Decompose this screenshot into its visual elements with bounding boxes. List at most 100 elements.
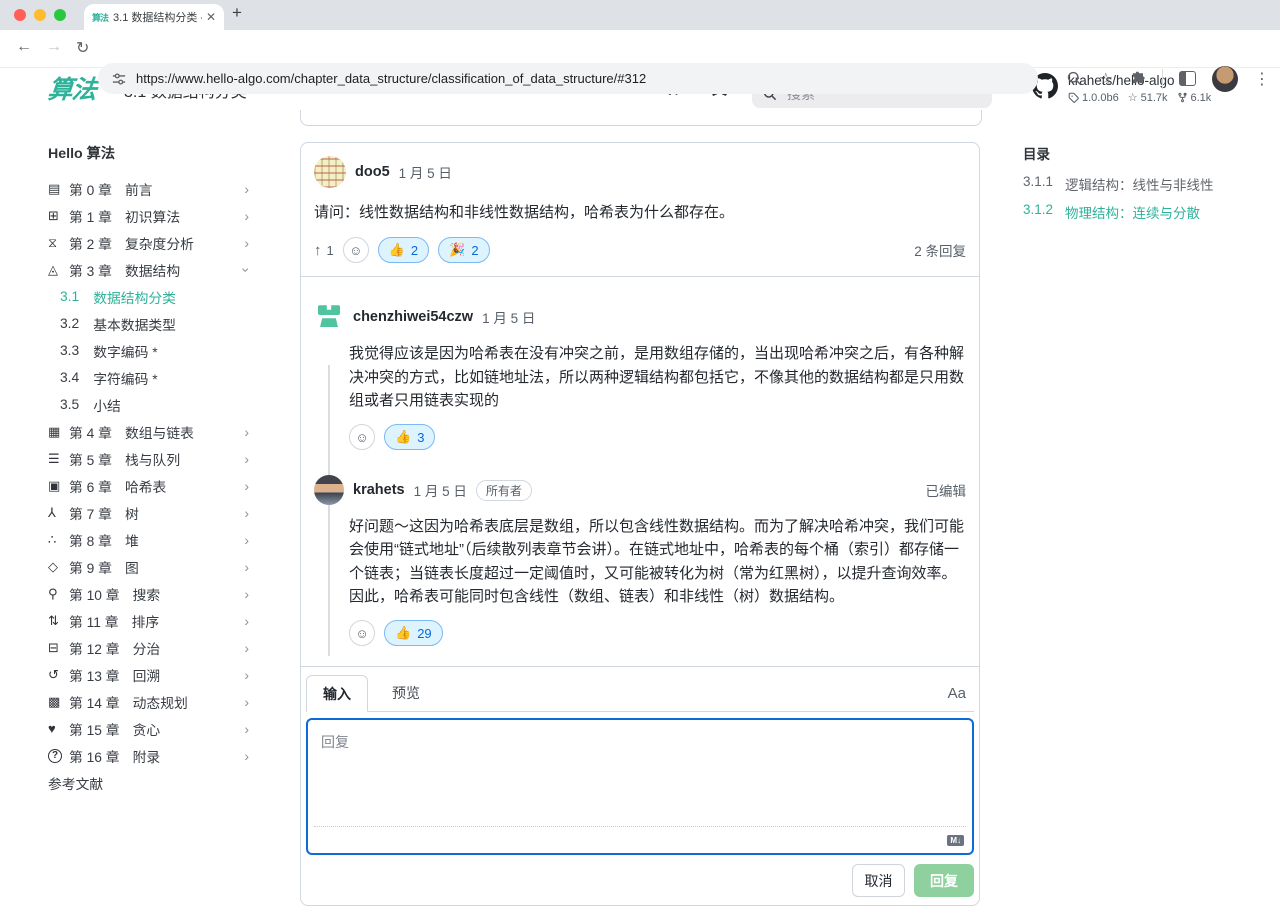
add-reaction-button[interactable]: ☺ <box>343 237 369 263</box>
sidebar-item-section-3.4[interactable]: 3.4字符编码 * <box>0 364 290 391</box>
window-controls[interactable] <box>14 9 66 21</box>
chevron-right-icon: › <box>244 748 249 764</box>
heap-icon: ∴ <box>48 532 69 548</box>
browser-profile-avatar[interactable] <box>1212 66 1238 92</box>
comment-date[interactable]: 1 月 5 日 <box>482 307 535 327</box>
tree-icon: ⅄ <box>48 505 69 521</box>
extensions-icon[interactable] <box>1129 70 1146 87</box>
new-tab-button[interactable]: + <box>232 3 242 23</box>
add-reaction-button[interactable]: ☺ <box>349 620 375 646</box>
chevron-right-icon: › <box>244 424 249 440</box>
text-format-button[interactable]: Aa <box>948 675 966 711</box>
url-text[interactable]: https://www.hello-algo.com/chapter_data_… <box>136 71 646 86</box>
sidebar-item-chapter-10[interactable]: ⚲第 10 章搜索› <box>0 580 290 607</box>
upvote-arrow-icon[interactable]: ↑ <box>314 242 322 259</box>
sidebar-item-chapter-8[interactable]: ∴第 8 章堆› <box>0 526 290 553</box>
upvote-count: 1 <box>327 243 334 258</box>
sidebar-item-chapter-12[interactable]: ⊟第 12 章分治› <box>0 634 290 661</box>
sidebar-item-chapter-14[interactable]: ▩第 14 章动态规划› <box>0 688 290 715</box>
comment-date[interactable]: 1 月 5 日 <box>414 480 467 500</box>
section-label: 字符编码 * <box>93 368 157 388</box>
chevron-right-icon: › <box>244 505 249 521</box>
maximize-window-button[interactable] <box>54 9 66 21</box>
toolbar-divider <box>1162 69 1163 89</box>
reaction-pill[interactable]: 👍 29 <box>384 620 443 646</box>
cancel-button[interactable]: 取消 <box>852 864 905 897</box>
chapter-number: 第 7 章 <box>69 503 112 523</box>
section-label: 小结 <box>93 395 121 415</box>
tab-write[interactable]: 输入 <box>306 675 368 712</box>
toc-item-number: 3.1.1 <box>1023 174 1053 189</box>
sidebar-item-chapter-1[interactable]: ⊞第 1 章初识算法› <box>0 202 290 229</box>
comment-author[interactable]: krahets <box>353 482 405 498</box>
tab-close-icon[interactable]: ✕ <box>206 10 216 24</box>
sidebar-item-section-3.5[interactable]: 3.5小结 <box>0 391 290 418</box>
sidebar-item-chapter-6[interactable]: ▣第 6 章哈希表› <box>0 472 290 499</box>
side-panel-icon[interactable] <box>1179 71 1196 86</box>
minimize-window-button[interactable] <box>34 9 46 21</box>
chevron-right-icon: › <box>244 181 249 197</box>
owner-badge: 所有者 <box>476 480 532 501</box>
shapes-icon: ◬ <box>48 262 69 278</box>
resize-divider[interactable] <box>314 826 966 827</box>
avatar[interactable] <box>314 156 346 188</box>
chapter-number: 第 14 章 <box>69 692 120 712</box>
chapter-label: 回溯 <box>133 665 161 685</box>
zoom-icon[interactable] <box>1066 70 1083 87</box>
chapter-label: 搜索 <box>133 584 161 604</box>
browser-menu-icon[interactable]: ⋮ <box>1254 69 1270 89</box>
bookmark-star-icon[interactable]: ☆ <box>1099 69 1113 89</box>
sidebar-item-chapter-11[interactable]: ⇅第 11 章排序› <box>0 607 290 634</box>
reaction-pill[interactable]: 🎉 2 <box>438 237 489 263</box>
toc-item-3.1.2[interactable]: 3.1.2物理结构：连续与分散 <box>1023 202 1280 230</box>
chevron-right-icon: › <box>244 721 249 737</box>
sidebar-item-section-3.1[interactable]: 3.1数据结构分类 <box>0 283 290 310</box>
reaction-pill[interactable]: 👍 2 <box>378 237 429 263</box>
browser-tab[interactable]: 算法 3.1 数据结构分类 - Hello 算法 ✕ <box>84 4 224 30</box>
chapter-label: 栈与队列 <box>125 449 180 469</box>
chapter-number: 第 12 章 <box>69 638 120 658</box>
avatar[interactable] <box>314 475 344 505</box>
sidebar-item-section-3.2[interactable]: 3.2基本数据类型 <box>0 310 290 337</box>
reaction-pill[interactable]: 👍 3 <box>384 424 435 450</box>
sidebar-item-section-3.3[interactable]: 3.3数字编码 * <box>0 337 290 364</box>
toc-item-3.1.1[interactable]: 3.1.1逻辑结构：线性与非线性 <box>1023 174 1280 202</box>
sidebar-item-chapter-5[interactable]: ☰第 5 章栈与队列› <box>0 445 290 472</box>
sidebar-item-chapter-16[interactable]: ?第 16 章附录› <box>0 742 290 769</box>
avatar[interactable] <box>314 302 344 332</box>
reply-textarea[interactable]: 回复 M↓ <box>306 718 974 855</box>
sidebar-item-references[interactable]: 参考文献 <box>0 769 290 796</box>
chevron-right-icon: › <box>244 532 249 548</box>
sidebar-item-chapter-15[interactable]: ♥第 15 章贪心› <box>0 715 290 742</box>
back-icon[interactable]: ← <box>16 38 32 56</box>
sidebar-item-chapter-0[interactable]: ▤第 0 章前言› <box>0 175 290 202</box>
chapter-number: 第 13 章 <box>69 665 120 685</box>
sidebar-item-chapter-4[interactable]: ▦第 4 章数组与链表› <box>0 418 290 445</box>
chapter-label: 堆 <box>125 530 139 550</box>
add-reaction-button[interactable]: ☺ <box>349 424 375 450</box>
reload-icon[interactable]: ↻ <box>76 38 89 58</box>
section-label: 数据结构分类 <box>93 287 176 307</box>
chevron-right-icon: › <box>244 586 249 602</box>
forward-icon[interactable]: → <box>46 38 62 56</box>
sidebar-item-chapter-7[interactable]: ⅄第 7 章树› <box>0 499 290 526</box>
chapter-label: 初识算法 <box>125 206 180 226</box>
sidebar-item-chapter-13[interactable]: ↺第 13 章回溯› <box>0 661 290 688</box>
site-logo[interactable]: 算法 <box>46 70 98 106</box>
sidebar-item-chapter-3[interactable]: ◬第 3 章数据结构› <box>0 256 290 283</box>
comment-author[interactable]: chenzhiwei54czw <box>353 309 473 325</box>
reply-submit-button[interactable]: 回复 <box>914 864 974 897</box>
sidebar-item-chapter-2[interactable]: ⧖第 2 章复杂度分析› <box>0 229 290 256</box>
hash-icon: ▣ <box>48 478 69 494</box>
chapter-label: 数组与链表 <box>125 422 194 442</box>
comment-author[interactable]: doo5 <box>355 164 390 180</box>
close-window-button[interactable] <box>14 9 26 21</box>
site-settings-icon[interactable] <box>112 72 126 86</box>
chevron-right-icon: › <box>244 640 249 656</box>
comment-date[interactable]: 1 月 5 日 <box>399 162 452 182</box>
tab-preview[interactable]: 预览 <box>384 675 428 711</box>
upvote-button[interactable]: ↑ 1 <box>314 242 334 259</box>
chevron-right-icon: › <box>244 667 249 683</box>
sidebar-item-chapter-9[interactable]: ◇第 9 章图› <box>0 553 290 580</box>
address-bar[interactable]: https://www.hello-algo.com/chapter_data_… <box>98 63 1038 94</box>
